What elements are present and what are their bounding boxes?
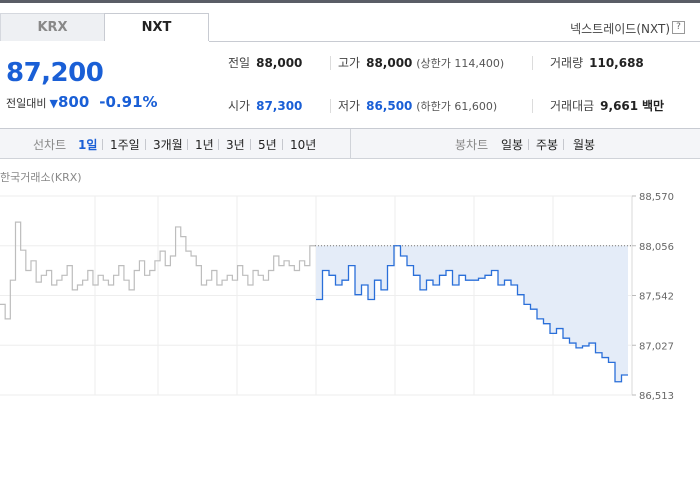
y-tick-label: 88,056 (639, 242, 674, 253)
y-tick-label: 88,570 (639, 192, 674, 203)
y-tick-label: 87,027 (639, 341, 674, 352)
today-fill-area (316, 245, 628, 382)
y-tick-label: 86,513 (639, 391, 674, 402)
y-tick-label: 87,542 (639, 292, 674, 303)
price-chart: 88,570 88,056 87,542 87,027 86,513 (0, 192, 674, 402)
